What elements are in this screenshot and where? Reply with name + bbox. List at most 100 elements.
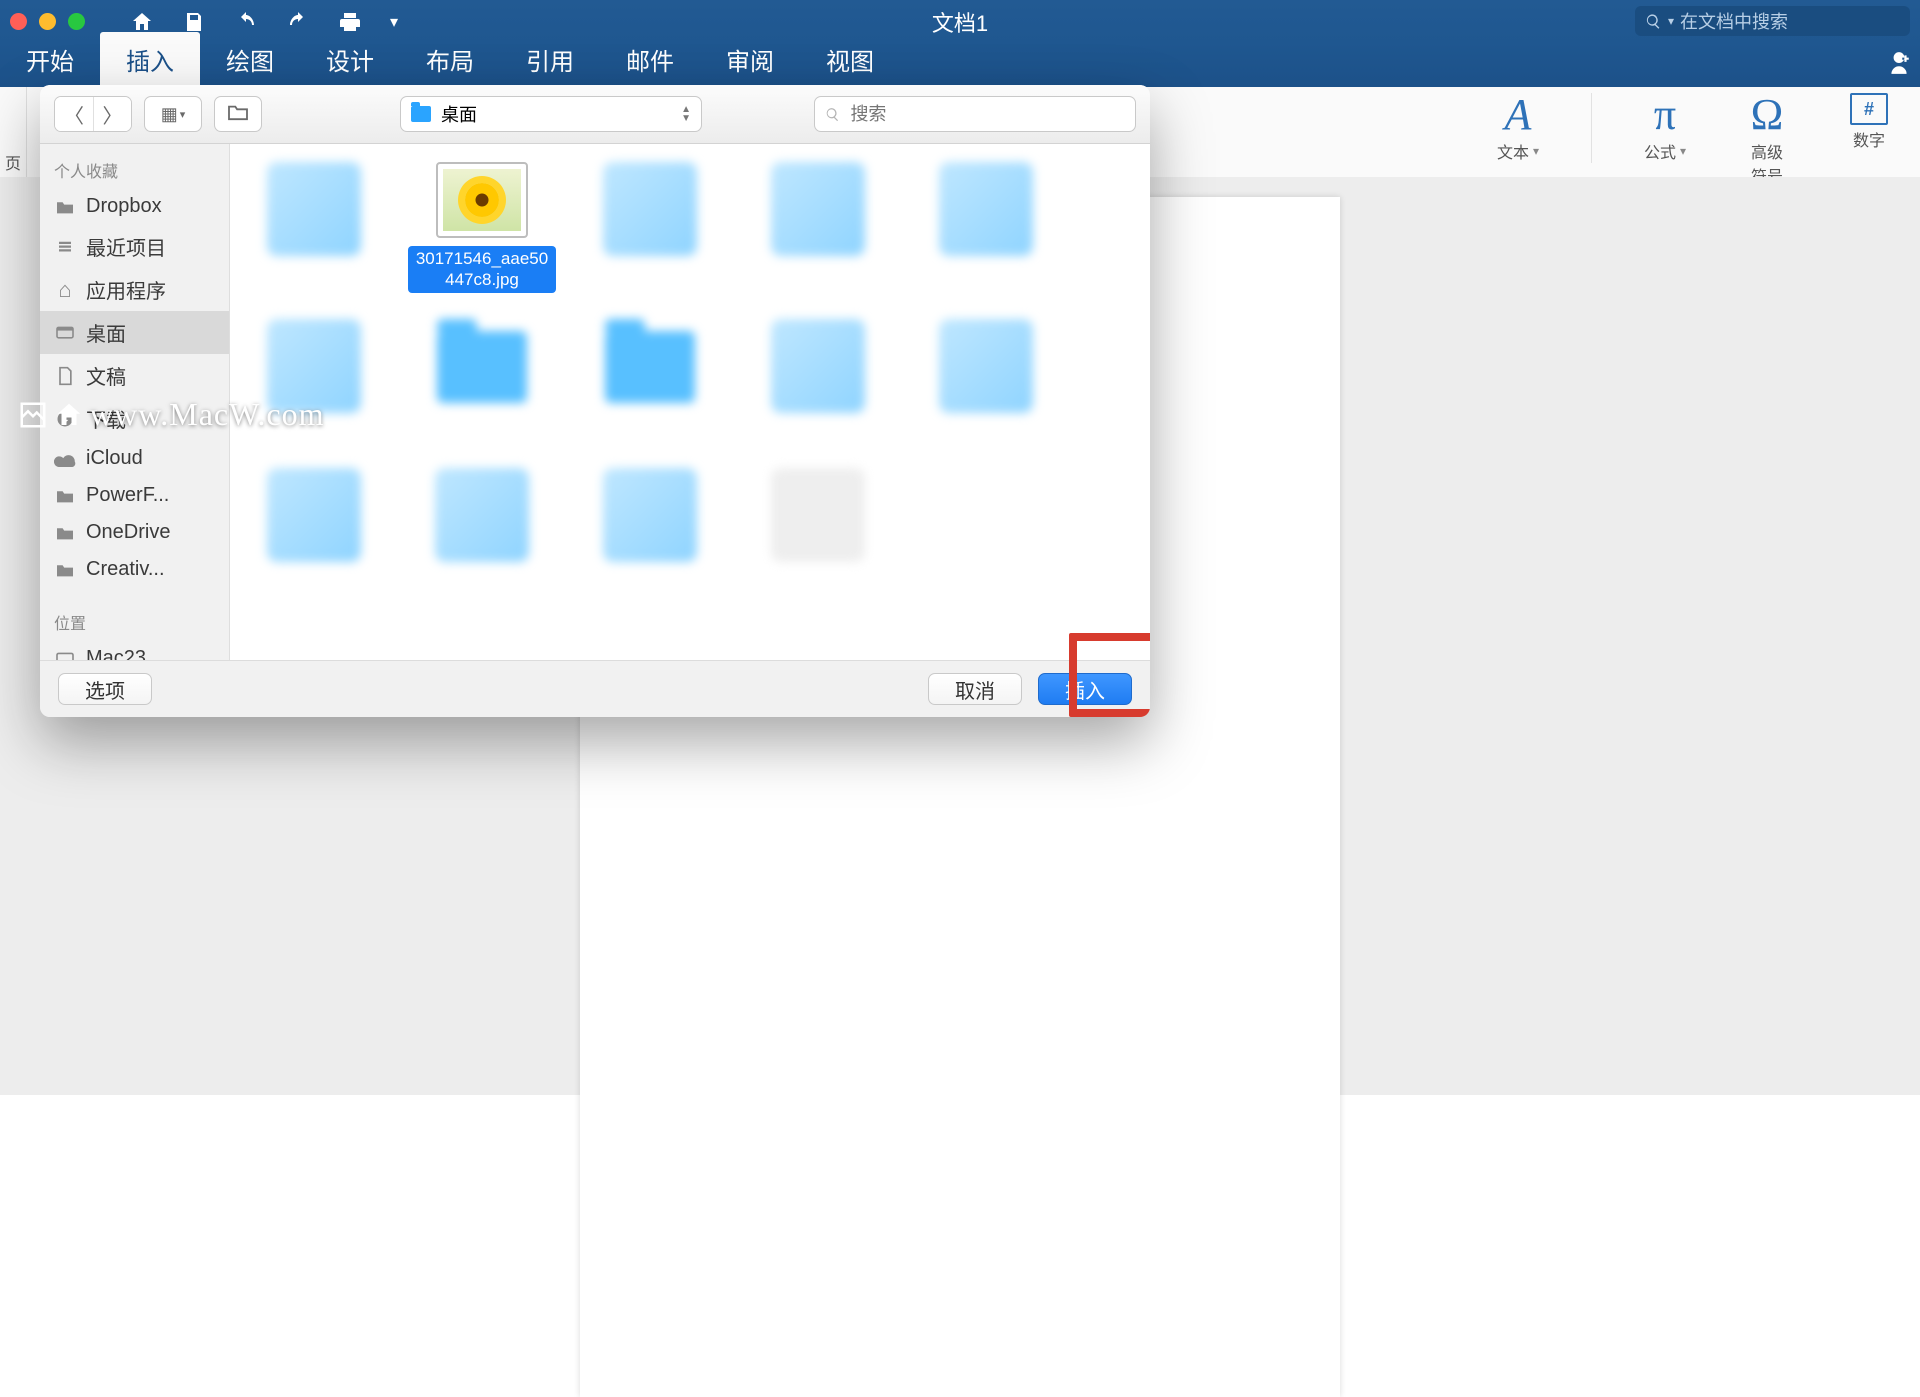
sidebar-item-Mac23[interactable]: Mac23 bbox=[40, 640, 229, 660]
folder-icon bbox=[411, 106, 431, 122]
tab-邮件[interactable]: 邮件 bbox=[600, 32, 700, 87]
file-item[interactable] bbox=[744, 468, 892, 591]
doc-icon bbox=[54, 367, 76, 385]
ribbon-pages-label: 页 bbox=[5, 150, 21, 174]
ribbon-pages-group[interactable]: 页 bbox=[0, 87, 27, 178]
file-item-selected[interactable]: 30171546_aae50447c8.jpg bbox=[408, 162, 556, 293]
customize-qat-icon[interactable]: ▾ bbox=[390, 12, 398, 32]
sidebar-item-label: Dropbox bbox=[86, 195, 162, 218]
save-icon[interactable] bbox=[182, 10, 206, 34]
file-item[interactable] bbox=[912, 162, 1060, 293]
cloud-icon bbox=[54, 450, 76, 468]
sidebar-item-label: 桌面 bbox=[86, 318, 126, 347]
share-icon[interactable] bbox=[1886, 50, 1912, 81]
file-item[interactable] bbox=[912, 319, 1060, 442]
sidebar-header-locations: 位置 bbox=[40, 604, 229, 640]
file-picker-footer: 选项 取消 插入 bbox=[40, 660, 1150, 717]
sidebar-item-应用程序[interactable]: ⌂ 应用程序 bbox=[40, 268, 229, 311]
undo-icon[interactable] bbox=[234, 10, 258, 34]
tab-开始[interactable]: 开始 bbox=[0, 32, 100, 87]
sidebar-item-桌面[interactable]: 桌面 bbox=[40, 311, 229, 354]
tab-绘图[interactable]: 绘图 bbox=[200, 32, 300, 87]
desktop-icon bbox=[54, 324, 76, 342]
file-item[interactable] bbox=[576, 468, 724, 591]
folder-icon bbox=[54, 524, 76, 542]
ribbon-文本[interactable]: A文本 bbox=[1489, 93, 1547, 163]
file-item[interactable] bbox=[576, 162, 724, 293]
ribbon-高级符号[interactable]: Ω高级符号 bbox=[1738, 93, 1796, 178]
watermark: www.MacW.com bbox=[18, 396, 324, 433]
folder-item[interactable] bbox=[408, 319, 556, 442]
sidebar-item-label: 文稿 bbox=[86, 361, 126, 390]
options-button[interactable]: 选项 bbox=[58, 673, 152, 705]
zoom-window-icon[interactable] bbox=[68, 13, 85, 30]
chevron-down-icon: ▾ bbox=[180, 108, 186, 121]
file-item[interactable] bbox=[744, 162, 892, 293]
minimize-window-icon[interactable] bbox=[39, 13, 56, 30]
sidebar-item-文稿[interactable]: 文稿 bbox=[40, 354, 229, 397]
apps-icon: ⌂ bbox=[54, 281, 76, 299]
file-thumbnail bbox=[436, 162, 528, 238]
quick-access-toolbar: ▾ bbox=[130, 10, 398, 34]
print-icon[interactable] bbox=[338, 10, 362, 34]
file-item[interactable] bbox=[744, 319, 892, 442]
file-picker-toolbar: 〈 〉 ▦ ▾ 桌面 ▲▼ bbox=[40, 85, 1150, 144]
ribbon-公式[interactable]: π公式 bbox=[1636, 93, 1694, 163]
cancel-button[interactable]: 取消 bbox=[928, 673, 1022, 705]
sidebar-item-label: Mac23 bbox=[86, 647, 146, 660]
sidebar-item-最近项目[interactable]: 最近项目 bbox=[40, 225, 229, 268]
sidebar-header-favorites: 个人收藏 bbox=[40, 152, 229, 188]
sidebar-item-label: iCloud bbox=[86, 447, 143, 470]
nav-buttons: 〈 〉 bbox=[54, 96, 132, 132]
window-controls bbox=[10, 13, 110, 30]
sidebar-item-PowerF...[interactable]: PowerF... bbox=[40, 477, 229, 514]
file-item[interactable] bbox=[408, 468, 556, 591]
view-mode-button[interactable]: ▦ ▾ bbox=[144, 96, 202, 132]
file-picker-search[interactable] bbox=[814, 96, 1136, 132]
tab-设计[interactable]: 设计 bbox=[300, 32, 400, 87]
insert-button[interactable]: 插入 bbox=[1038, 673, 1132, 705]
redo-icon[interactable] bbox=[286, 10, 310, 34]
tab-插入[interactable]: 插入 bbox=[100, 32, 200, 87]
sidebar-item-label: 应用程序 bbox=[86, 275, 166, 304]
stepper-icon: ▲▼ bbox=[681, 105, 691, 123]
close-window-icon[interactable] bbox=[10, 13, 27, 30]
home-icon[interactable] bbox=[130, 10, 154, 34]
search-placeholder: 在文档中搜索 bbox=[1680, 8, 1788, 34]
ribbon-数字[interactable]: #数字 bbox=[1840, 93, 1898, 151]
sidebar-item-OneDrive[interactable]: OneDrive bbox=[40, 514, 229, 551]
folder-outline-icon bbox=[227, 103, 249, 126]
sidebar-item-iCloud[interactable]: iCloud bbox=[40, 440, 229, 477]
ribbon-tabs: 开始插入绘图设计布局引用邮件审阅视图 bbox=[0, 43, 1920, 87]
sidebar-item-label: 最近项目 bbox=[86, 232, 166, 261]
nav-forward-button[interactable]: 〉 bbox=[93, 97, 131, 131]
folder-icon bbox=[54, 487, 76, 505]
list-icon bbox=[54, 238, 76, 256]
tab-审阅[interactable]: 审阅 bbox=[700, 32, 800, 87]
tab-视图[interactable]: 视图 bbox=[800, 32, 900, 87]
sidebar-item-Creativ...[interactable]: Creativ... bbox=[40, 551, 229, 588]
grid-icon: ▦ bbox=[161, 104, 176, 125]
tab-布局[interactable]: 布局 bbox=[400, 32, 500, 87]
location-label: 桌面 bbox=[441, 101, 477, 127]
folder-item[interactable] bbox=[576, 319, 724, 442]
mac-icon bbox=[54, 650, 76, 661]
document-search[interactable]: ▾ 在文档中搜索 bbox=[1635, 6, 1910, 36]
group-button[interactable] bbox=[214, 96, 262, 132]
file-item[interactable] bbox=[240, 162, 388, 293]
sidebar-item-label: Creativ... bbox=[86, 558, 165, 581]
sidebar-item-label: OneDrive bbox=[86, 521, 170, 544]
document-title: 文档1 bbox=[932, 6, 988, 38]
file-picker-search-input[interactable] bbox=[848, 103, 1125, 126]
file-grid[interactable]: 30171546_aae50447c8.jpg bbox=[230, 144, 1150, 660]
tab-引用[interactable]: 引用 bbox=[500, 32, 600, 87]
search-dropdown-icon[interactable]: ▾ bbox=[1668, 14, 1674, 28]
folder-icon bbox=[54, 561, 76, 579]
sidebar-item-label: PowerF... bbox=[86, 484, 169, 507]
folder-icon bbox=[54, 198, 76, 216]
file-item[interactable] bbox=[240, 468, 388, 591]
file-name-label: 30171546_aae50447c8.jpg bbox=[408, 246, 556, 293]
sidebar-item-Dropbox[interactable]: Dropbox bbox=[40, 188, 229, 225]
nav-back-button[interactable]: 〈 bbox=[55, 97, 93, 131]
location-popup[interactable]: 桌面 ▲▼ bbox=[400, 96, 702, 132]
